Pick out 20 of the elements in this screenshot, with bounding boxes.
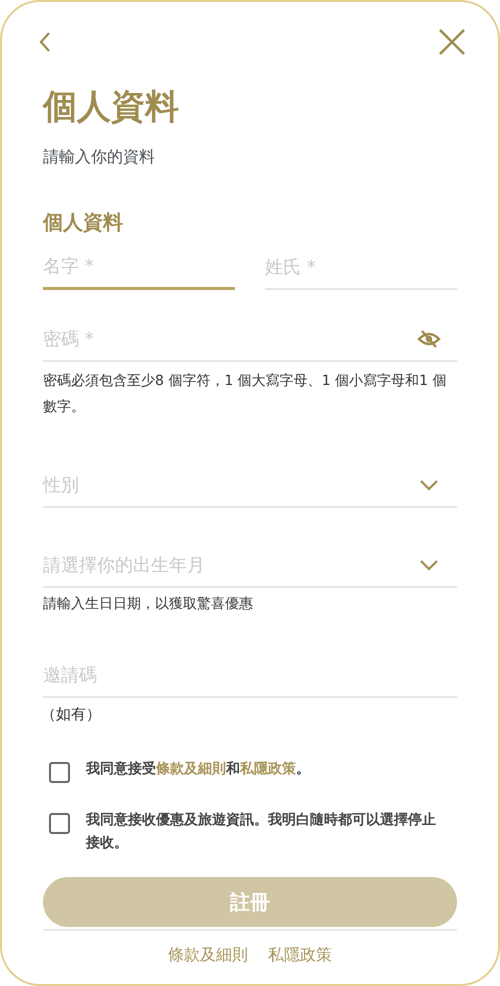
helper-text: 請輸入生日日期，以獲取驚喜優惠 [43,595,254,614]
page-title: 個人資料 [43,86,180,128]
link[interactable]: 條款及細則 [156,761,226,777]
section-heading: 個人資料 [43,209,124,236]
hide-password-icon[interactable] [417,329,441,349]
close-icon [438,28,466,56]
chevron-left-icon [38,31,52,53]
checkbox[interactable] [49,813,70,834]
helper-text: 密碼必須包含至少8 個字符，1 個大寫字母、1 個小寫字母和1 個數字。 [43,372,448,417]
chevron-down-icon [419,559,439,571]
link[interactable]: 私隱政策 [240,761,296,777]
footer-link[interactable]: 私隱政策 [268,943,332,967]
subtitle: 請輸入你的資料 [43,146,156,168]
close-button[interactable] [437,27,467,57]
chevron-down-icon [419,479,439,491]
footer-link[interactable]: 條款及細則 [168,943,248,967]
helper-text: （如有） [41,704,102,724]
consent-text: 我同意接受條款及細則和私隱政策。 [86,760,311,779]
checkbox[interactable] [49,762,70,783]
consent-text: 我同意接收優惠及旅遊資訊。我明白隨時都可以選擇停止接收。 [86,811,437,853]
